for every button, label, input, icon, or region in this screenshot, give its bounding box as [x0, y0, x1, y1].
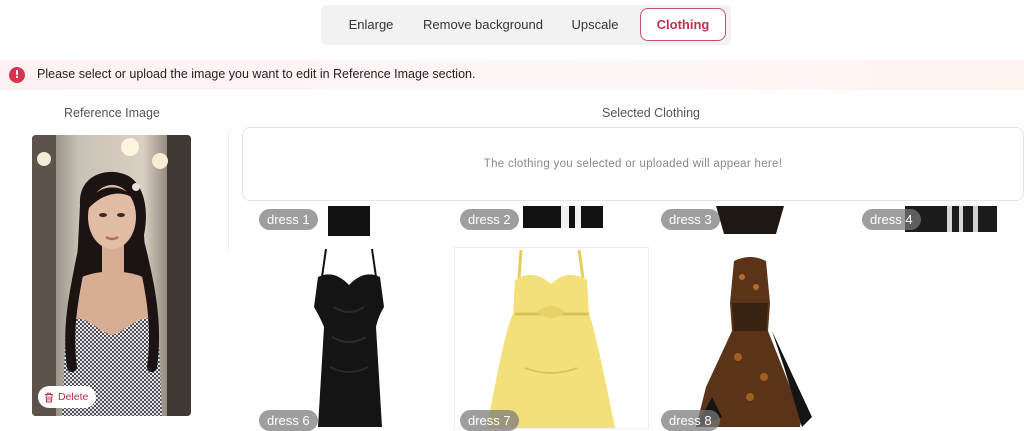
delete-label: Delete [58, 391, 89, 403]
reference-image[interactable]: Delete [32, 135, 191, 416]
dress-card-7[interactable] [454, 247, 649, 429]
dress-label-3: dress 3 [661, 209, 720, 230]
dress-label-1: dress 1 [259, 209, 318, 230]
dress-label-7: dress 7 [460, 410, 519, 431]
tab-enlarge[interactable]: Enlarge [341, 8, 401, 42]
selected-clothing-title: Selected Clothing [602, 106, 700, 120]
delete-button[interactable]: Delete [38, 386, 97, 408]
tab-upscale[interactable]: Upscale [563, 8, 627, 42]
section-divider [228, 130, 229, 250]
trash-icon [45, 392, 53, 402]
dress-label-2: dress 2 [460, 209, 519, 230]
tab-remove-background[interactable]: Remove background [419, 8, 547, 42]
alert-message: Please select or upload the image you wa… [37, 67, 476, 81]
leopard-gown-image [696, 257, 812, 427]
selected-clothing-dropzone[interactable]: The clothing you selected or uploaded wi… [242, 127, 1024, 201]
yellow-dress-image [487, 249, 615, 428]
portrait-photo [32, 135, 191, 416]
info-alert: ! Please select or upload the image you … [0, 60, 1024, 90]
black-dress-image [314, 248, 384, 427]
reference-image-title: Reference Image [64, 106, 160, 120]
tab-clothing[interactable]: Clothing [640, 8, 726, 41]
dress-label-6: dress 6 [259, 410, 318, 431]
dropzone-placeholder: The clothing you selected or uploaded wi… [483, 158, 783, 170]
dress-label-4: dress 4 [862, 209, 921, 230]
info-icon: ! [9, 67, 25, 83]
tool-tabs: Enlarge Remove background Upscale Clothi… [321, 5, 731, 45]
dress-card-8[interactable] [652, 247, 847, 429]
dress-card-6[interactable] [252, 247, 447, 429]
dress-label-8: dress 8 [661, 410, 720, 431]
